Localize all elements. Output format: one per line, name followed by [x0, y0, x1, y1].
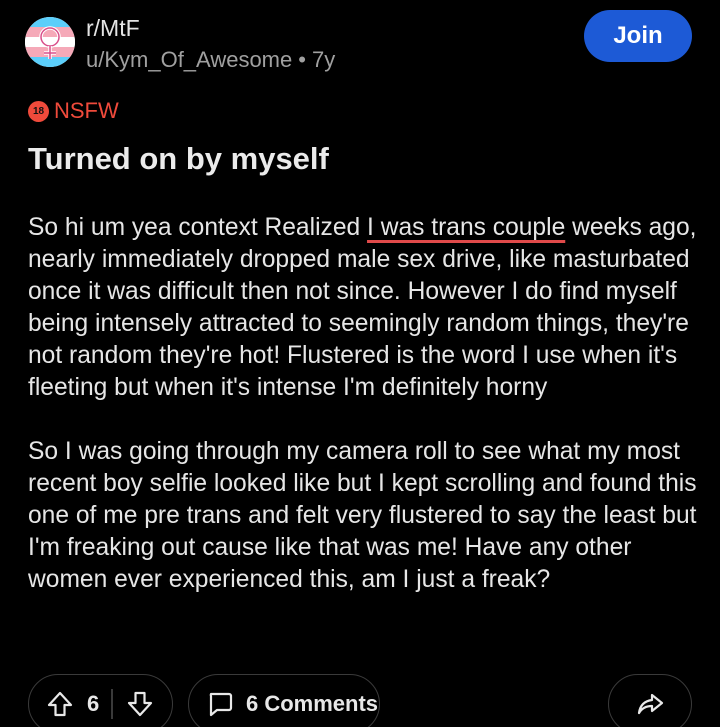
- subreddit-avatar[interactable]: [25, 17, 75, 67]
- share-button[interactable]: [608, 674, 692, 727]
- vote-divider: [111, 689, 113, 719]
- author-link[interactable]: u/Kym_Of_Awesome: [86, 47, 292, 72]
- comments-button[interactable]: 6 Comments: [188, 674, 380, 727]
- body-paragraph-2: So I was going through my camera roll to…: [28, 438, 697, 593]
- spellcheck-underlined-text: I was trans couple: [367, 214, 566, 241]
- post-meta: u/Kym_Of_Awesome • 7y: [86, 47, 335, 73]
- post-age: 7y: [311, 47, 336, 72]
- arrow-down-icon[interactable]: [125, 689, 155, 719]
- join-button[interactable]: Join: [584, 10, 692, 62]
- body-paragraph-1: So hi um yea context Realized I was tran…: [28, 212, 708, 404]
- vote-count: 6: [87, 691, 100, 716]
- body-p1-before: So hi um yea context Realized: [28, 214, 368, 241]
- post-title[interactable]: Turned on by myself: [28, 139, 329, 179]
- meta-separator: •: [298, 47, 306, 72]
- comment-bubble-icon: [209, 692, 233, 717]
- share-arrow-icon: [637, 693, 664, 715]
- body-p1-after: weeks ago, nearly immediately dropped ma…: [28, 214, 697, 401]
- nsfw-18-icon: 18: [28, 100, 49, 122]
- post-body: So hi um yea context Realized I was tran…: [28, 212, 708, 596]
- subreddit-name[interactable]: r/MtF: [86, 14, 140, 42]
- vote-control: 6: [28, 674, 173, 727]
- comments-label: 6 Comments: [246, 691, 379, 716]
- nsfw-label: NSFW: [54, 98, 119, 123]
- nsfw-tag: 18 NSFW: [28, 98, 119, 124]
- trans-flag-venus-icon: [25, 17, 75, 67]
- arrow-up-icon[interactable]: [45, 689, 75, 719]
